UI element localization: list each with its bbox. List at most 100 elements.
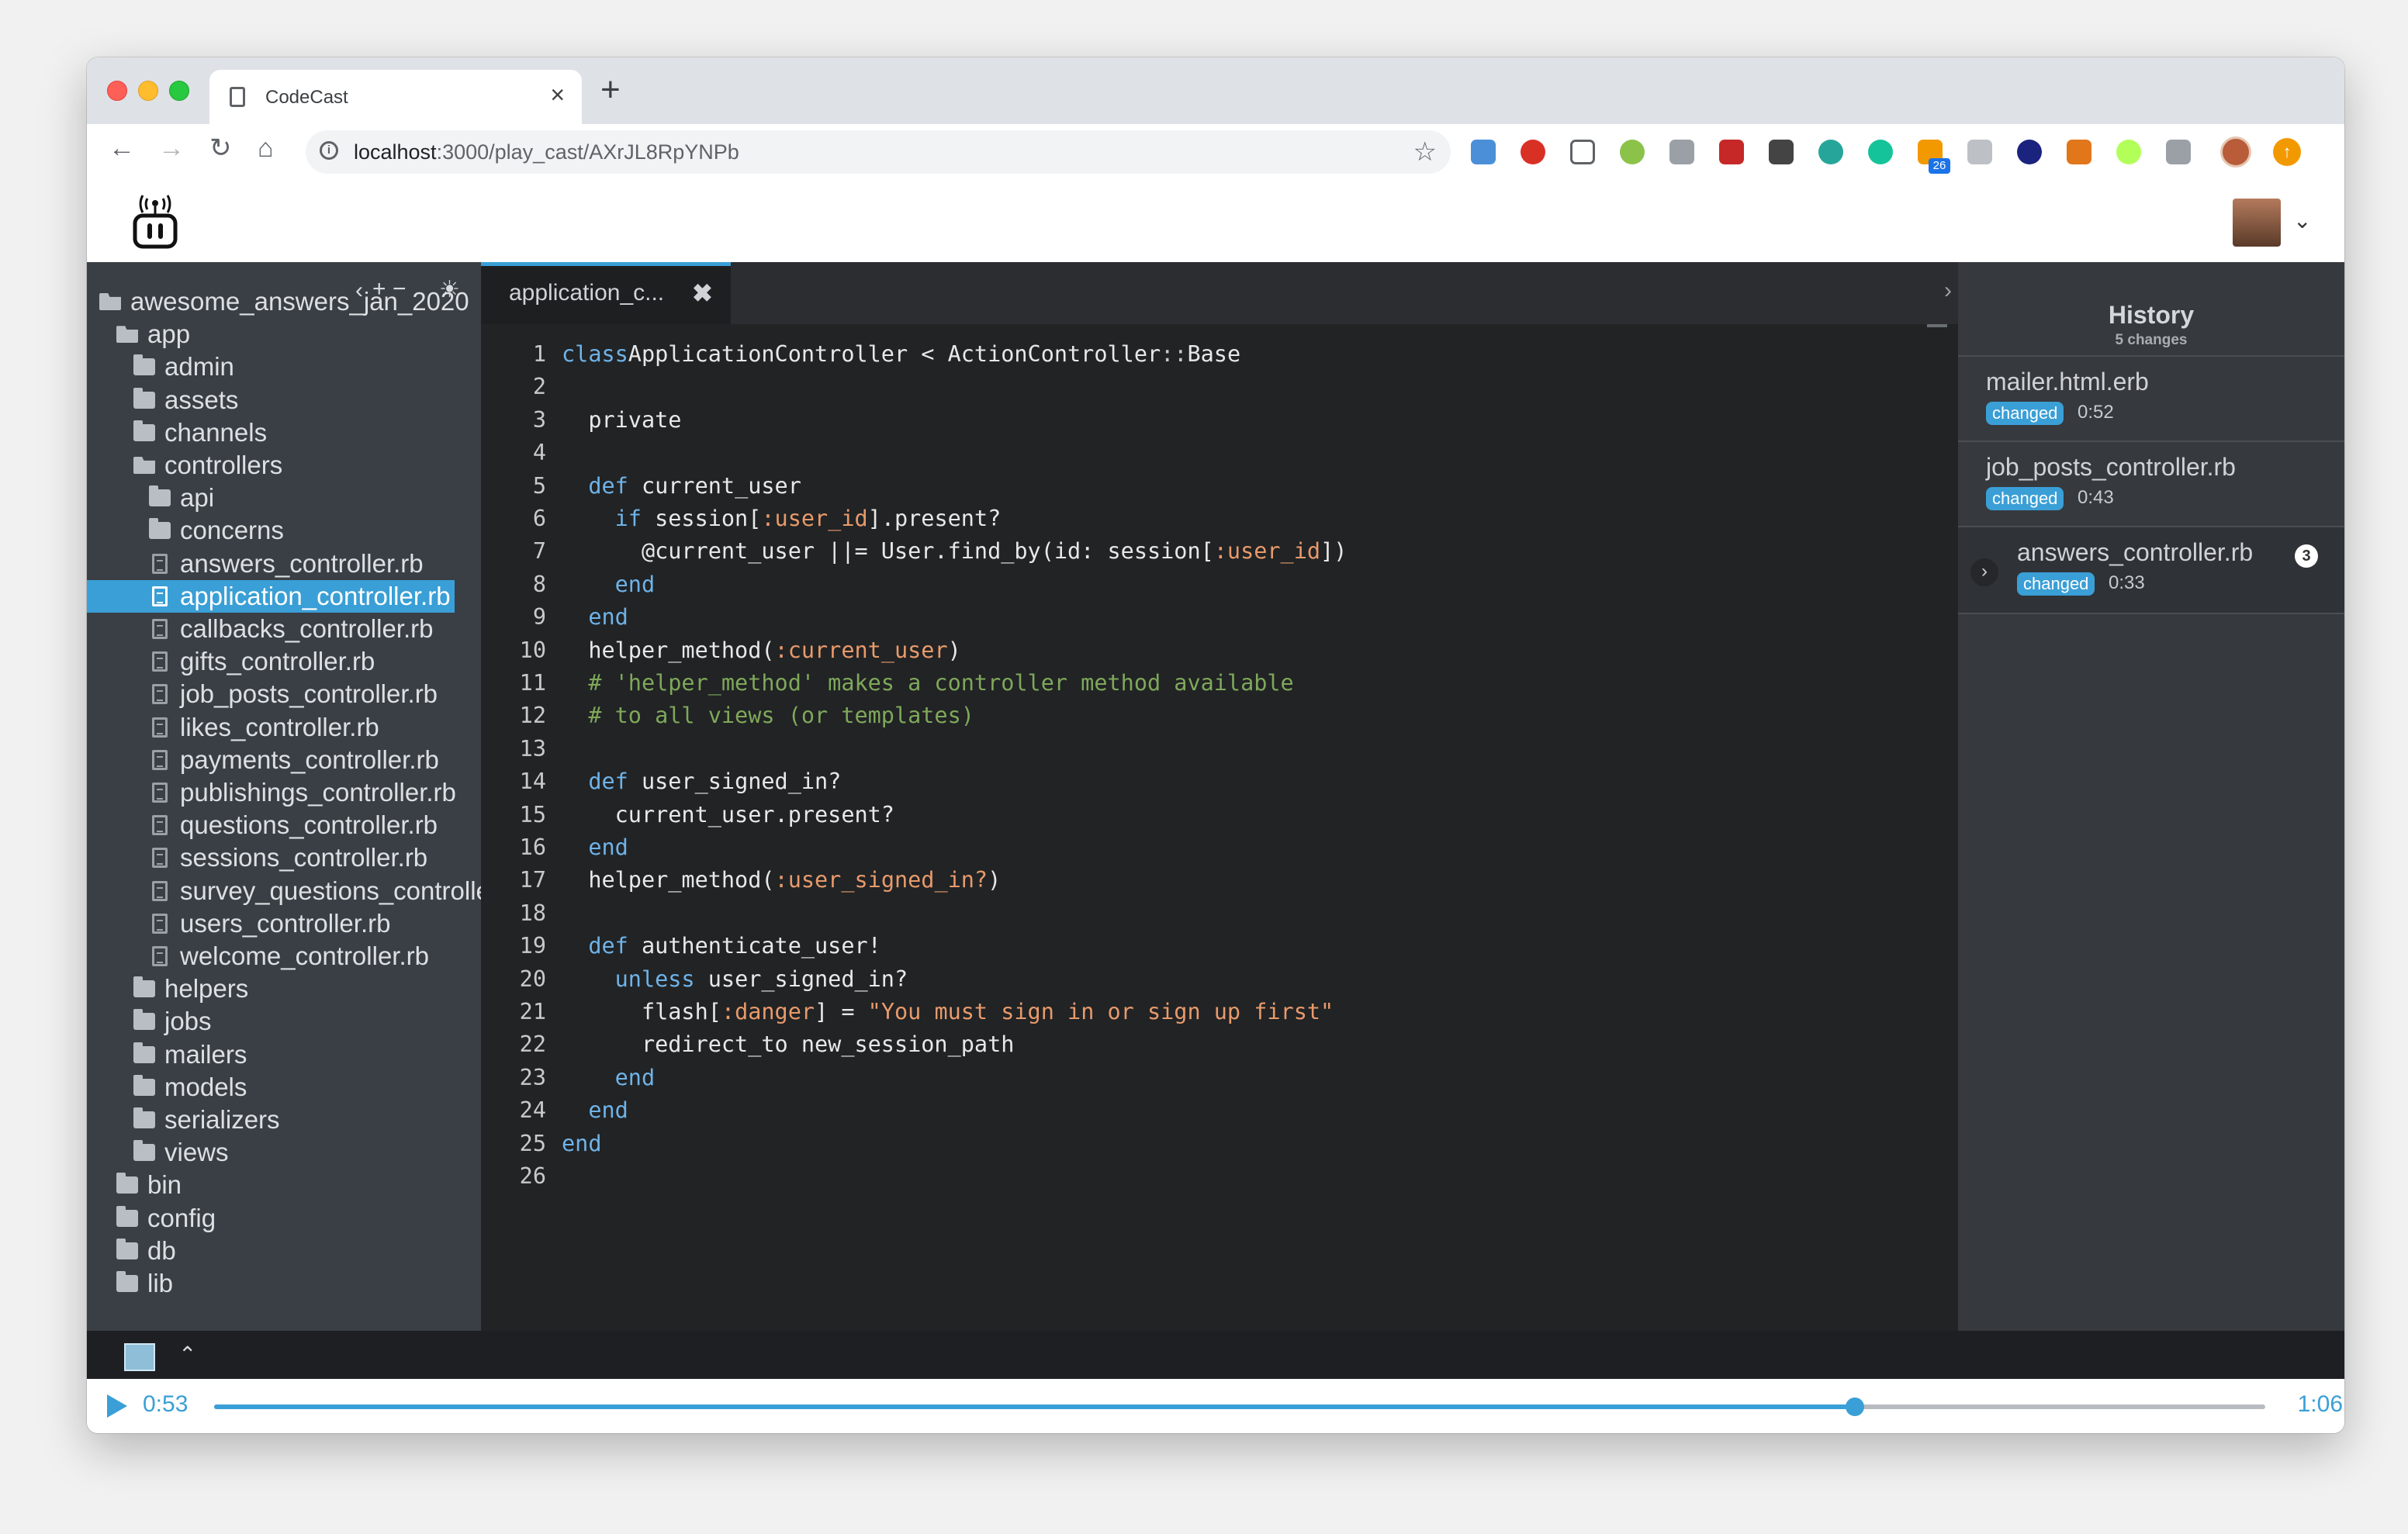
line-number: 8: [532, 571, 546, 597]
extension-node-icon[interactable]: [1620, 140, 1645, 164]
tree-folder-item[interactable]: concerns: [87, 514, 481, 547]
tree-folder-item[interactable]: assets: [87, 384, 481, 416]
tree-file-item[interactable]: gifts_controller.rb: [87, 645, 481, 678]
tree-folder-item[interactable]: admin: [87, 351, 481, 383]
line-number: 4: [532, 440, 546, 466]
progress-track[interactable]: [214, 1398, 2265, 1416]
tree-folder-item[interactable]: views: [87, 1136, 481, 1169]
tree-folder-item[interactable]: db: [87, 1235, 481, 1267]
chevron-up-icon[interactable]: ⌃: [178, 1342, 196, 1367]
site-info-icon[interactable]: i: [320, 141, 338, 160]
bookmark-star-icon[interactable]: ☆: [1413, 136, 1437, 168]
tree-file-item[interactable]: likes_controller.rb: [87, 711, 481, 744]
tree-file-item[interactable]: callbacks_controller.rb: [87, 613, 481, 645]
tree-file-item[interactable]: job_posts_controller.rb: [87, 678, 481, 710]
tree-item-label: api: [180, 483, 215, 513]
window-minimize-button[interactable]: [138, 81, 158, 101]
file-icon: [152, 848, 168, 869]
address-bar[interactable]: i localhost:3000/play_cast/AXrJL8RpYNPb …: [306, 130, 1451, 174]
extension-icon-15[interactable]: [2166, 140, 2191, 164]
user-menu-chevron-down-icon[interactable]: ⌄: [2293, 208, 2311, 233]
tree-item-label: views: [164, 1138, 229, 1167]
scroll-marker[interactable]: [1927, 324, 1947, 327]
line-number: 3: [532, 406, 546, 433]
close-tab-icon[interactable]: ×: [550, 82, 565, 107]
extension-metamask-icon[interactable]: [2067, 140, 2091, 164]
extension-pocket-icon[interactable]: [1570, 140, 1595, 164]
reload-icon[interactable]: ↻: [209, 135, 232, 161]
extension-icon-12[interactable]: [2017, 140, 2042, 164]
extension-icon-14[interactable]: [2116, 140, 2141, 164]
window-close-button[interactable]: [107, 81, 127, 101]
tree-folder-item[interactable]: jobs: [87, 1005, 481, 1038]
tree-file-item[interactable]: questions_controller.rb: [87, 809, 481, 841]
expand-history-icon[interactable]: ›: [1944, 278, 1952, 304]
extension-icon-1[interactable]: [1471, 140, 1496, 164]
tree-folder-item[interactable]: models: [87, 1071, 481, 1104]
browser-tab-codecast[interactable]: CodeCast ×: [209, 70, 582, 124]
line-number: 6: [532, 506, 546, 531]
tree-file-item[interactable]: sessions_controller.rb: [87, 841, 481, 874]
tree-folder-item[interactable]: helpers: [87, 973, 481, 1005]
tree-folder-item[interactable]: lib: [87, 1267, 481, 1300]
progress-scrubber[interactable]: [1846, 1398, 1865, 1416]
tree-item-label: gifts_controller.rb: [180, 647, 375, 676]
extension-drive-icon[interactable]: [1967, 140, 1992, 164]
tree-folder-item[interactable]: channels: [87, 416, 481, 449]
tree-folder-item[interactable]: serializers: [87, 1104, 481, 1136]
home-icon[interactable]: ⌂: [258, 135, 274, 161]
back-icon[interactable]: ←: [109, 135, 135, 161]
extension-adblock-icon[interactable]: [1521, 140, 1545, 164]
tree-file-item[interactable]: users_controller.rb: [87, 907, 481, 940]
tree-file-item[interactable]: application_controller.rb: [87, 579, 455, 613]
file-icon: [152, 553, 168, 574]
history-item[interactable]: › answers_controller.rb 3 changed 0:33: [1958, 526, 2344, 614]
tree-file-item[interactable]: survey_questions_controller.rb: [87, 875, 481, 907]
tree-folder-item[interactable]: config: [87, 1202, 481, 1235]
extension-icon-8[interactable]: [1818, 140, 1843, 164]
tree-folder-item[interactable]: bin: [87, 1169, 481, 1201]
tree-file-item[interactable]: payments_controller.rb: [87, 744, 481, 776]
tree-folder-item[interactable]: awesome_answers_jan_2020: [87, 285, 481, 318]
play-icon[interactable]: [107, 1394, 127, 1418]
code-text: current_user.present?: [562, 801, 894, 827]
window-zoom-button[interactable]: [169, 81, 189, 101]
extension-icon-7[interactable]: [1769, 140, 1794, 164]
profile-avatar-icon[interactable]: [2220, 136, 2251, 168]
tree-item-label: assets: [164, 385, 239, 414]
editor-tab-application-controller[interactable]: application_c... ✖: [481, 262, 731, 324]
tree-folder-item[interactable]: app: [87, 318, 481, 351]
extension-icon-6[interactable]: [1719, 140, 1744, 164]
code-text: if session[:user_id].present?: [562, 506, 1002, 531]
extension-grammarly-icon[interactable]: [1868, 140, 1893, 164]
codecast-logo-icon[interactable]: [130, 194, 180, 250]
editor-status-bar: ⌃: [87, 1331, 2344, 1379]
history-item[interactable]: mailer.html.erb changed 0:52: [1958, 355, 2344, 442]
tree-file-item[interactable]: answers_controller.rb: [87, 548, 481, 580]
line-number: 15: [519, 801, 546, 827]
close-editor-tab-icon[interactable]: ✖: [692, 278, 713, 308]
layout-toggle-icon[interactable]: [124, 1343, 155, 1371]
tree-item-label: sessions_controller.rb: [180, 843, 428, 872]
code-editor: application_c... ✖ › 1 classApplicationCo…: [481, 262, 1958, 1331]
user-avatar[interactable]: [2233, 199, 2281, 247]
forward-icon[interactable]: →: [158, 135, 185, 161]
new-tab-button[interactable]: +: [600, 73, 621, 107]
extension-icon-5[interactable]: [1669, 140, 1694, 164]
folder-open-icon: [133, 457, 155, 474]
tree-folder-item[interactable]: mailers: [87, 1038, 481, 1071]
tree-folder-item[interactable]: controllers: [87, 449, 481, 482]
code-text: def user_signed_in?: [562, 769, 842, 795]
line-number: 24: [519, 1097, 546, 1124]
file-icon: [152, 651, 168, 672]
tree-item-label: survey_questions_controller.rb: [180, 876, 481, 905]
tree-file-item[interactable]: welcome_controller.rb: [87, 940, 481, 973]
history-item[interactable]: job_posts_controller.rb changed 0:43: [1958, 441, 2344, 527]
tree-item-label: channels: [164, 417, 268, 447]
tree-file-item[interactable]: publishings_controller.rb: [87, 776, 481, 809]
tree-item-label: job_posts_controller.rb: [180, 679, 438, 709]
expand-chevron-right-icon[interactable]: ›: [1970, 558, 1998, 586]
tree-item-label: helpers: [164, 974, 249, 1004]
browser-update-icon[interactable]: ↑: [2273, 138, 2301, 166]
tree-folder-item[interactable]: api: [87, 482, 481, 514]
